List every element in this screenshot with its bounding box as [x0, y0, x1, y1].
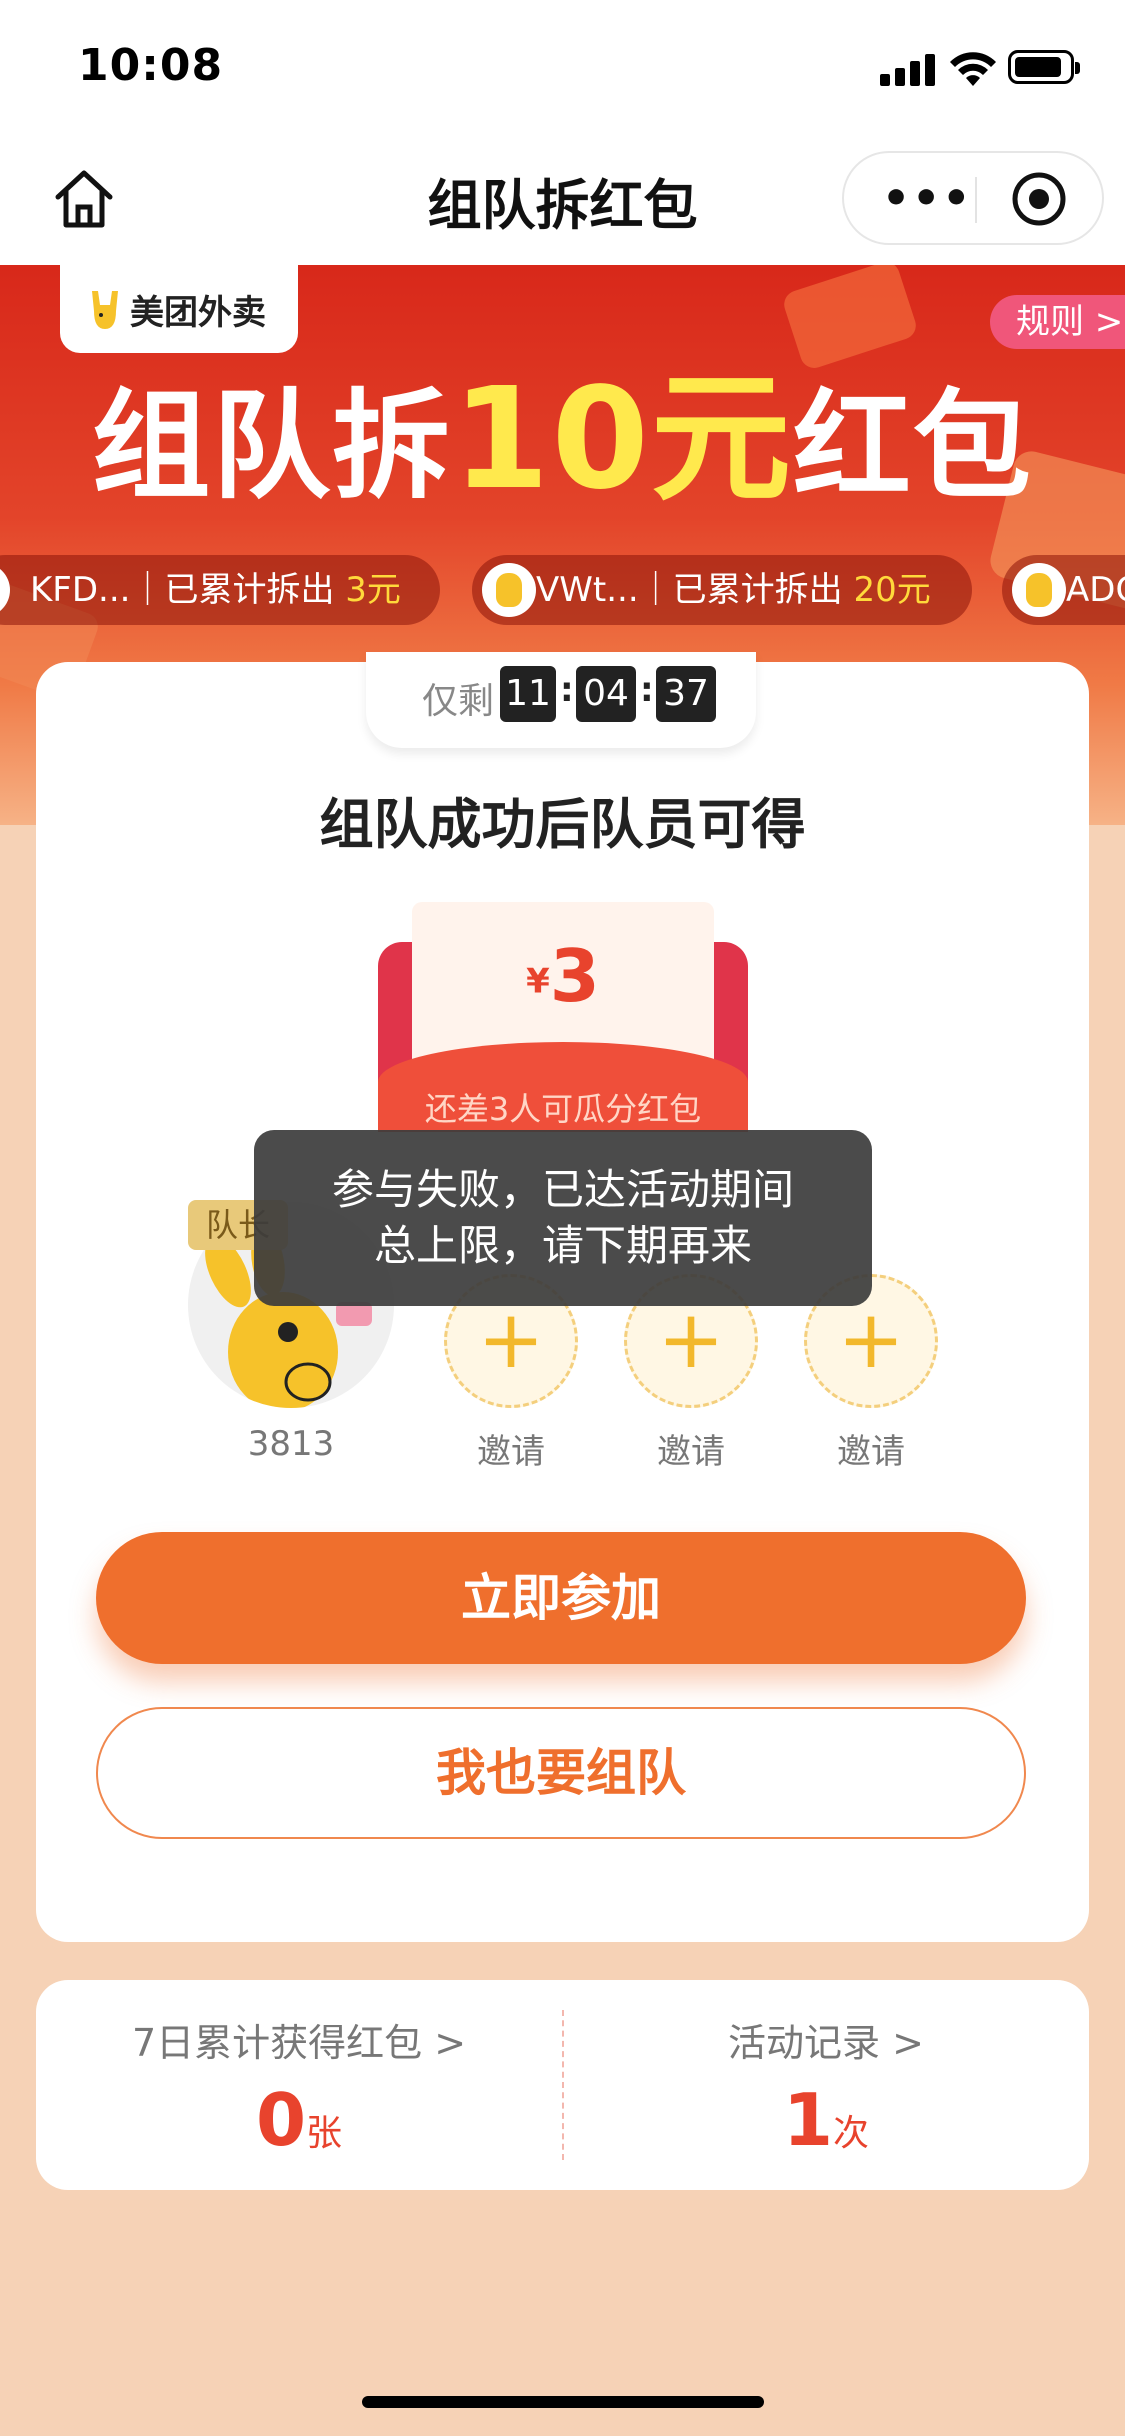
- capsule-divider: [975, 177, 977, 223]
- invite-label: 邀请: [657, 1432, 725, 1472]
- toast-line-2: 总上限，请下期再来: [373, 1221, 752, 1270]
- ticker-amount: 3元: [345, 570, 401, 610]
- ticker-name: ADC: [1066, 570, 1125, 610]
- countdown-timer: 仅剩 11 : 04 : 37: [366, 652, 756, 748]
- stat-unit: 次: [833, 2113, 870, 2154]
- countdown-hours: 11: [500, 666, 556, 722]
- invite-label: 邀请: [837, 1432, 905, 1472]
- envelope-subtitle: 还差3人可瓜分红包: [424, 1090, 702, 1128]
- home-indicator[interactable]: [362, 2396, 764, 2408]
- plus-icon: +: [657, 1293, 725, 1386]
- hero-title: 组队拆10元红包: [0, 365, 1125, 521]
- envelope-amount: ¥3: [412, 934, 714, 1018]
- mini-program-capsule: •••: [842, 151, 1104, 245]
- ticker-name: VWt...: [536, 570, 639, 610]
- more-icon[interactable]: •••: [882, 177, 970, 221]
- envelope-front: 还差3人可瓜分红包: [378, 1042, 748, 1132]
- close-target-icon[interactable]: [1010, 170, 1068, 228]
- card-headline: 组队成功后队员可得: [319, 793, 806, 856]
- ticker-item: VWt...｜已累计拆出 20元: [472, 555, 972, 625]
- plus-icon: +: [477, 1293, 545, 1386]
- stat-label: 活动记录 >: [728, 2021, 924, 2065]
- countdown-colon: :: [640, 670, 654, 710]
- ticker-item: KFD...｜已累计拆出 3元: [0, 555, 440, 625]
- battery-icon: [1008, 50, 1080, 84]
- countdown-seconds: 37: [656, 666, 716, 722]
- stat-weekly-envelopes[interactable]: 7日累计获得红包 > 0张: [36, 1980, 562, 2190]
- stat-value: 1次: [563, 2078, 1089, 2162]
- avatar: [1012, 563, 1066, 617]
- plus-icon: +: [837, 1293, 905, 1386]
- invite-label: 邀请: [477, 1432, 545, 1472]
- error-toast: 参与失败，已达活动期间 总上限，请下期再来: [254, 1130, 872, 1306]
- countdown-minutes: 04: [576, 666, 636, 722]
- countdown-colon: :: [560, 670, 574, 710]
- red-envelope: ¥3 还差3人可瓜分红包: [378, 902, 748, 1132]
- amount-value: 3: [549, 934, 600, 1018]
- create-team-button[interactable]: 我也要组队: [96, 1707, 1026, 1839]
- wifi-icon: [950, 52, 996, 86]
- ticker-name: KFD...: [30, 570, 131, 610]
- brand-name: 美团外卖: [130, 293, 266, 333]
- ticker-amount: 20元: [853, 570, 931, 610]
- signal-icon: [880, 52, 936, 86]
- avatar: [482, 563, 536, 617]
- stat-unit: 张: [306, 2113, 343, 2154]
- countdown-label: 仅剩: [422, 681, 495, 722]
- stats-card: 7日累计获得红包 > 0张 活动记录 > 1次: [36, 1980, 1089, 2190]
- currency-symbol: ¥: [526, 961, 550, 1002]
- hero-title-post: 红包: [792, 377, 1033, 515]
- stat-value: 0张: [36, 2078, 562, 2162]
- toast-line-1: 参与失败，已达活动期间: [331, 1165, 794, 1214]
- ticker-item: ADC: [1002, 555, 1125, 625]
- stat-number: 0: [255, 2078, 307, 2162]
- decoration-envelope: [780, 265, 920, 372]
- stat-number: 1: [782, 2078, 834, 2162]
- join-now-button[interactable]: 立即参加: [96, 1532, 1026, 1664]
- leader-name: 3813: [247, 1424, 335, 1464]
- rules-button[interactable]: 规则 >: [990, 295, 1125, 349]
- stat-label: 7日累计获得红包 >: [131, 2021, 467, 2065]
- stat-activity-record[interactable]: 活动记录 > 1次: [563, 1980, 1089, 2190]
- ticker-text: ｜已累计拆出: [130, 570, 346, 610]
- hero-title-amount: 10元: [452, 358, 793, 521]
- nav-bar: 组队拆红包 •••: [0, 135, 1125, 265]
- hero-title-pre: 组队拆: [92, 377, 453, 515]
- status-bar: 10:08: [0, 0, 1125, 135]
- kangaroo-logo-icon: [92, 291, 118, 329]
- status-time: 10:08: [78, 40, 224, 91]
- brand-logo: 美团外卖: [60, 265, 298, 353]
- avatar: [0, 563, 10, 617]
- ticker-text: ｜已累计拆出: [638, 570, 854, 610]
